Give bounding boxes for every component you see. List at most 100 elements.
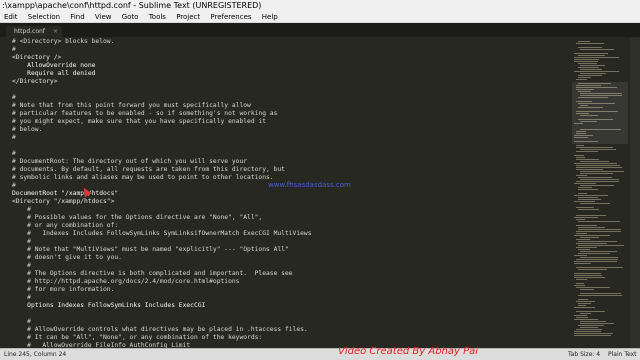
menu-goto[interactable]: Goto [118, 11, 143, 23]
code-line[interactable]: # Possible values for the Options direct… [12, 214, 312, 222]
menu-view[interactable]: View [91, 11, 116, 23]
minimap-line [578, 187, 592, 188]
minimap-line [578, 303, 591, 304]
menu-find[interactable]: Find [66, 11, 88, 23]
minimap-line [578, 245, 624, 246]
code-line[interactable]: <Directory "/xampp/htdocs"> [12, 198, 312, 206]
code-line[interactable]: # [12, 262, 312, 270]
minimap-line [576, 157, 585, 158]
minimap-line [576, 259, 618, 260]
code-line[interactable]: # doesn't give it to you. [12, 254, 312, 262]
minimap-line [578, 199, 601, 200]
code-line[interactable]: </Directory> [12, 78, 312, 86]
minimap-line [580, 203, 610, 204]
code-line[interactable]: # below. [12, 126, 312, 134]
code-line[interactable]: # The Options directive is both complica… [12, 270, 312, 278]
minimap-line [576, 159, 599, 160]
minimap-line [574, 261, 617, 262]
code-line[interactable]: Require all denied [12, 70, 312, 78]
minimap-line [576, 233, 587, 234]
code-line[interactable] [12, 310, 312, 318]
code-line[interactable]: # documents. By default, all requests ar… [12, 166, 312, 174]
menu-project[interactable]: Project [172, 11, 204, 23]
minimap-line [576, 215, 606, 216]
minimap-line [574, 275, 602, 276]
minimap-line [574, 273, 601, 274]
minimap-line [578, 299, 588, 300]
minimap-line [576, 231, 621, 232]
minimap-line [578, 75, 602, 76]
code-line[interactable]: # It can be "All", "None", or any combin… [12, 334, 312, 342]
minimap-line [574, 335, 611, 336]
minimap-line [576, 243, 607, 244]
menu-help[interactable]: Help [258, 11, 282, 23]
code-line[interactable]: # or any combination of: [12, 222, 312, 230]
code-line[interactable]: # for more information. [12, 286, 312, 294]
code-line[interactable]: # AllowOverride controls what directives… [12, 326, 312, 334]
code-line[interactable]: # [12, 238, 312, 246]
minimap-line [576, 329, 602, 330]
minimap-line [578, 197, 598, 198]
menu-edit[interactable]: Edit [0, 11, 22, 23]
code-line[interactable]: AllowOverride none [12, 62, 312, 70]
code-line[interactable]: Options Indexes FollowSymLinks Includes … [12, 302, 312, 310]
code-line[interactable] [12, 142, 312, 150]
tab-httpd-conf[interactable]: httpd.conf × [6, 26, 62, 37]
code-line[interactable]: DocumentRoot "/xampp/htdocs" [12, 190, 312, 198]
minimap-line [574, 53, 608, 54]
minimap-line [576, 317, 588, 318]
minimap-line [574, 255, 587, 256]
code-line[interactable]: # you might expect, make sure that you h… [12, 118, 312, 126]
code-line[interactable]: # [12, 46, 312, 54]
vertical-scrollbar[interactable] [630, 37, 640, 348]
code-line[interactable]: # [12, 134, 312, 142]
minimap-line [576, 167, 622, 168]
minimap-line [580, 171, 624, 172]
minimap-line [580, 327, 598, 328]
code-line[interactable]: # [12, 318, 312, 326]
menu-tools[interactable]: Tools [145, 11, 170, 23]
code-line[interactable]: # Note that "MultiViews" must be named "… [12, 246, 312, 254]
menu-preferences[interactable]: Preferences [206, 11, 255, 23]
code-line[interactable]: # http://httpd.apache.org/docs/2.4/mod/c… [12, 278, 312, 286]
minimap-line [578, 269, 607, 270]
code-line[interactable]: # [12, 150, 312, 158]
syntax-selector[interactable]: Plain Text [608, 349, 636, 360]
close-icon[interactable]: × [53, 26, 58, 37]
code-line[interactable]: <Directory /> [12, 54, 312, 62]
code-line[interactable]: # DocumentRoot: The directory out of whi… [12, 158, 312, 166]
tab-size-selector[interactable]: Tab Size: 4 [568, 349, 600, 360]
minimap-line [576, 283, 584, 284]
minimap-line [580, 313, 591, 314]
minimap-line [574, 59, 599, 60]
code-line[interactable] [12, 86, 312, 94]
minimap-line [578, 295, 622, 296]
code-line[interactable]: # <Directory> blocks below. [12, 38, 312, 46]
code-line[interactable]: # [12, 206, 312, 214]
minimap-line [580, 49, 614, 50]
minimap-line [576, 219, 585, 220]
minimap-line [574, 217, 598, 218]
menu-selection[interactable]: Selection [24, 11, 64, 23]
minimap-line [578, 209, 599, 210]
minimap-viewport[interactable] [572, 82, 628, 144]
minimap-line [576, 145, 584, 146]
code-text[interactable]: # <Directory> blocks below. # <Directory /… [12, 38, 312, 348]
code-line[interactable]: # [12, 294, 312, 302]
minimap-line [578, 55, 605, 56]
code-line[interactable]: # symbolic links and aliases may be used… [12, 174, 312, 182]
code-line[interactable]: # [12, 94, 312, 102]
minimap-line [576, 207, 594, 208]
code-line[interactable]: # Note that from this point forward you … [12, 102, 312, 110]
code-line[interactable]: # [12, 182, 312, 190]
minimap-line [578, 305, 586, 306]
code-line[interactable]: # particular features to be enabled - so… [12, 110, 312, 118]
minimap-line [576, 181, 619, 182]
minimap-line [574, 333, 613, 334]
minimap-line [576, 311, 605, 312]
minimap-line [578, 177, 612, 178]
menu-bar: Edit Selection Find View Goto Tools Proj… [0, 11, 640, 23]
minimap-line [576, 225, 597, 226]
video-credit: Video Created By Abhay Pai [338, 346, 479, 357]
code-line[interactable]: # Indexes Includes FollowSymLinks SymLin… [12, 230, 311, 238]
